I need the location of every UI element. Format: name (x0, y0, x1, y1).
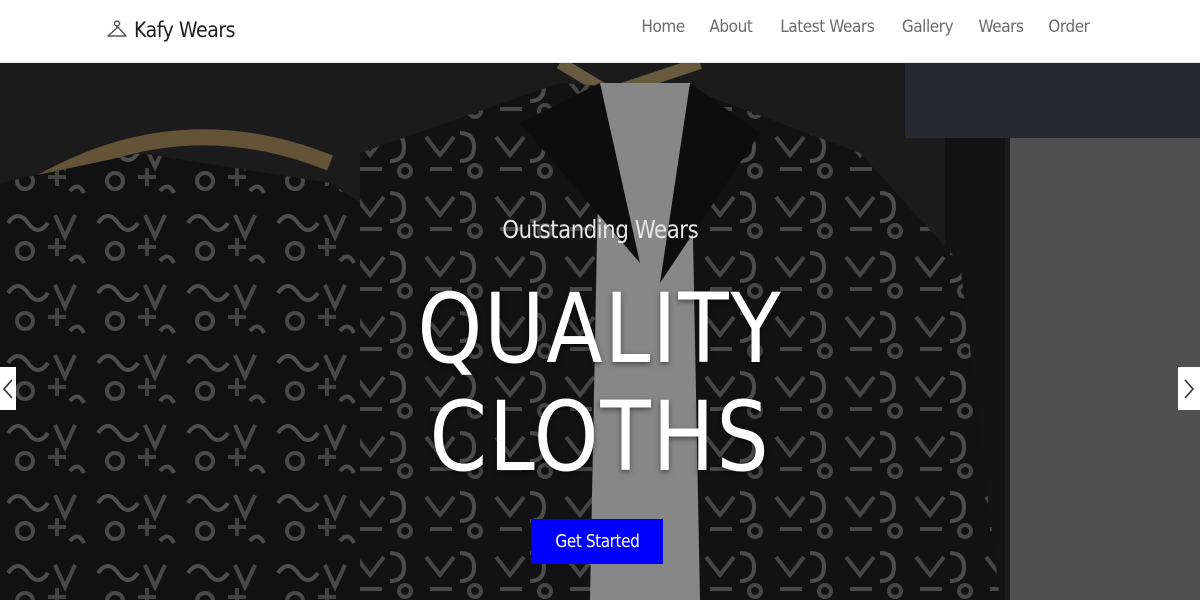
nav-link-wears[interactable]: Wears (979, 17, 1024, 37)
brand-logo[interactable]: Kafy Wears (106, 14, 246, 46)
nav-item-latest-wears: Latest Wears (775, 17, 879, 37)
nav-item-wears: Wears (976, 17, 1026, 37)
chevron-right-icon (1184, 378, 1195, 399)
hero-subtitle-text: Outstanding Wears (502, 215, 698, 244)
nav-menu: Home About Latest Wears Gallery Wears Or… (639, 17, 1092, 37)
nav-link-order[interactable]: Order (1048, 17, 1090, 37)
get-started-button[interactable]: Get Started (531, 519, 663, 564)
hero-subtitle: Outstanding Wears (0, 215, 1200, 244)
hero-title-line-1: QUALITY (417, 273, 783, 385)
nav-link-latest-wears[interactable]: Latest Wears (780, 17, 874, 37)
hanger-icon (107, 20, 127, 37)
nav-link-gallery[interactable]: Gallery (902, 17, 954, 37)
nav-item-gallery: Gallery (899, 17, 956, 37)
navbar: Kafy Wears Home About Latest Wears Galle… (0, 0, 1200, 63)
carousel-prev-button[interactable] (0, 367, 16, 410)
hero-title: QUALITY CLOTHS (0, 275, 1200, 491)
nav-item-order: Order (1046, 17, 1092, 37)
nav-link-about[interactable]: About (709, 17, 752, 37)
nav-item-about: About (707, 17, 755, 37)
nav-link-home[interactable]: Home (641, 17, 685, 37)
nav-item-home: Home (639, 17, 687, 37)
hero-carousel: Outstanding Wears QUALITY CLOTHS Get Sta… (0, 63, 1200, 600)
hero-title-line-2: CLOTHS (429, 381, 771, 493)
chevron-left-icon (2, 378, 13, 399)
get-started-label: Get Started (555, 531, 639, 552)
carousel-next-button[interactable] (1178, 367, 1200, 410)
brand-name: Kafy Wears (134, 18, 236, 42)
